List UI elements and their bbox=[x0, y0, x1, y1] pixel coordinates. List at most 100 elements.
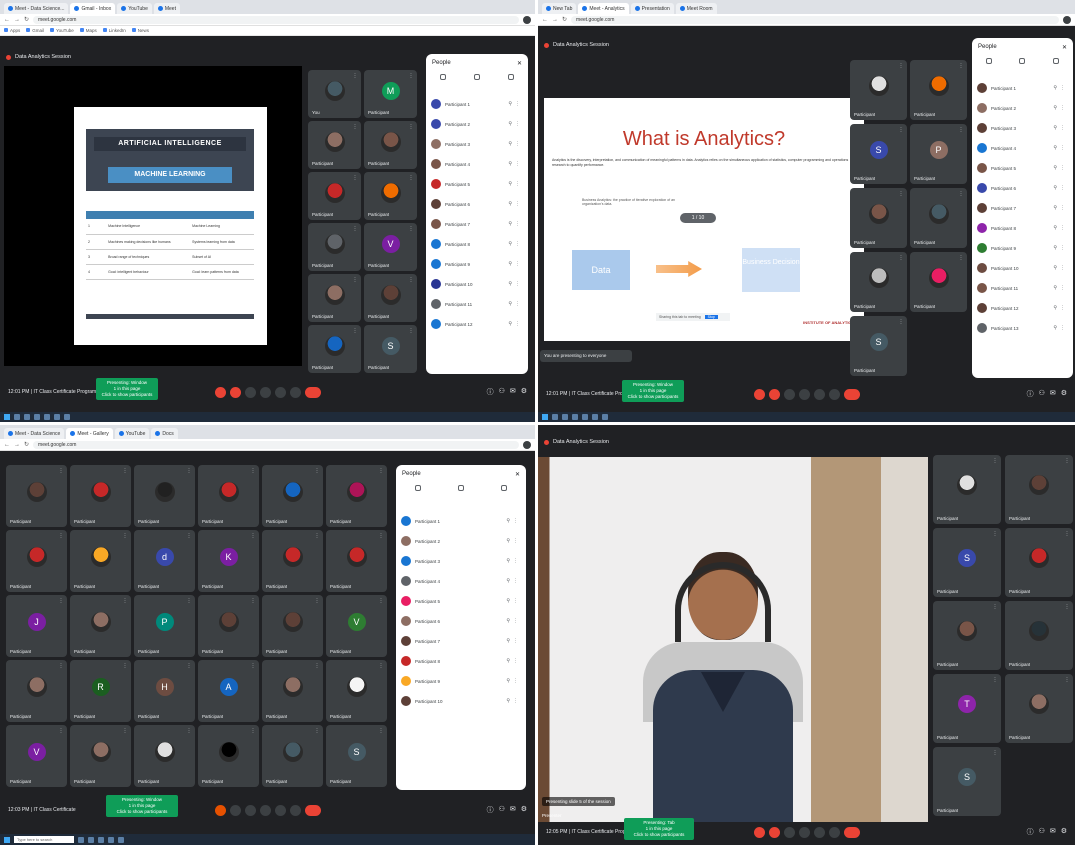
participant-row[interactable]: Participant 7 ⚲⋮ bbox=[972, 198, 1073, 218]
info-icon[interactable]: ⓘ bbox=[1027, 827, 1034, 837]
presenting-toast[interactable]: Presenting: Window 1 in this page Click to… bbox=[96, 378, 158, 400]
participant-tile[interactable]: ⋮ Participant bbox=[262, 465, 323, 527]
browser-tab[interactable]: Presentation bbox=[630, 3, 674, 14]
participant-tile[interactable]: ⋮ Participant bbox=[262, 725, 323, 787]
participant-row[interactable]: Participant 6 ⚲⋮ bbox=[426, 194, 528, 214]
reload-icon[interactable]: ↻ bbox=[24, 441, 29, 448]
browser-tab[interactable]: Meet - Data Science bbox=[4, 428, 65, 439]
participant-tile[interactable]: ⋮ Participant bbox=[308, 223, 361, 271]
participant-tile[interactable]: ⋮ Participant bbox=[364, 121, 417, 169]
participant-tile[interactable]: ⋮ Participant bbox=[6, 465, 67, 527]
participant-actions-icon[interactable]: ⚲⋮ bbox=[506, 678, 521, 684]
activities-icon[interactable]: ⚙ bbox=[521, 805, 527, 815]
participant-tile[interactable]: S ⋮ Participant bbox=[326, 725, 387, 787]
participant-tile[interactable]: ⋮ Participant bbox=[326, 530, 387, 592]
url-field[interactable]: meet.google.com bbox=[33, 15, 519, 24]
participant-actions-icon[interactable]: ⚲⋮ bbox=[508, 141, 523, 147]
browser-tab[interactable]: New Tab bbox=[542, 3, 577, 14]
browser-tab[interactable]: Meet bbox=[153, 3, 180, 14]
participant-tile[interactable]: ⋮ Participant bbox=[326, 465, 387, 527]
host-controls-button[interactable] bbox=[501, 485, 508, 505]
camera-off-button[interactable] bbox=[229, 386, 241, 398]
windows-start-icon[interactable] bbox=[542, 414, 548, 420]
participant-tile[interactable]: ⋮ Participant bbox=[6, 530, 67, 592]
participant-tile[interactable]: ⋮ Participant bbox=[910, 252, 967, 312]
participant-tile[interactable]: ⋮ Participant bbox=[850, 188, 907, 248]
participant-tile[interactable]: ⋮ Participant bbox=[198, 465, 259, 527]
participant-tile[interactable]: ⋮ Participant bbox=[1005, 455, 1073, 524]
participant-row[interactable]: Participant 4 ⚲⋮ bbox=[426, 154, 528, 174]
participant-tile[interactable]: M ⋮ Participant bbox=[364, 70, 417, 118]
participant-tile[interactable]: ⋮ Participant bbox=[326, 660, 387, 722]
participant-actions-icon[interactable]: ⚲⋮ bbox=[508, 261, 523, 267]
participant-tile[interactable]: V ⋮ Participant bbox=[326, 595, 387, 657]
browser-tab[interactable]: Meet - Gallery bbox=[66, 428, 113, 439]
captions-button[interactable] bbox=[783, 826, 795, 838]
camera-button[interactable] bbox=[229, 804, 241, 816]
participant-tile[interactable]: ⋮ Participant bbox=[364, 274, 417, 322]
participant-actions-icon[interactable]: ⚲⋮ bbox=[1053, 225, 1068, 231]
back-icon[interactable]: ← bbox=[4, 442, 10, 448]
info-icon[interactable]: ⓘ bbox=[487, 387, 494, 397]
participant-tile[interactable]: J ⋮ Participant bbox=[6, 595, 67, 657]
participant-actions-icon[interactable]: ⚲⋮ bbox=[1053, 125, 1068, 131]
camera-off-button[interactable] bbox=[768, 826, 780, 838]
bookmark-item[interactable]: Apps bbox=[4, 28, 20, 33]
browser-tab[interactable]: Meet Room bbox=[675, 3, 717, 14]
participant-tile[interactable]: ⋮ Participant bbox=[134, 465, 195, 527]
browser-tab[interactable]: Docs bbox=[151, 428, 178, 439]
more-options-button[interactable] bbox=[289, 804, 301, 816]
participant-tile[interactable]: ⋮ Participant bbox=[910, 60, 967, 120]
participant-actions-icon[interactable]: ⚲⋮ bbox=[508, 161, 523, 167]
chat-icon[interactable]: ✉ bbox=[510, 805, 516, 815]
close-icon[interactable]: ✕ bbox=[515, 471, 520, 485]
participant-actions-icon[interactable]: ⚲⋮ bbox=[1053, 205, 1068, 211]
people-icon[interactable]: ⚇ bbox=[499, 387, 505, 397]
activities-icon[interactable]: ⚙ bbox=[1061, 827, 1067, 837]
participant-tile[interactable]: V ⋮ Participant bbox=[364, 223, 417, 271]
participant-tile[interactable]: P ⋮ Participant bbox=[910, 124, 967, 184]
forward-icon[interactable]: → bbox=[14, 17, 20, 23]
participant-actions-icon[interactable]: ⚲⋮ bbox=[506, 618, 521, 624]
browser-tab[interactable]: Gmail - Inbox bbox=[70, 3, 116, 14]
participant-row[interactable]: Participant 3 ⚲⋮ bbox=[396, 551, 526, 571]
leave-call-button[interactable] bbox=[304, 804, 321, 816]
participant-tile[interactable]: ⋮ Participant bbox=[933, 601, 1001, 670]
participant-tile[interactable]: ⋮ Participant bbox=[70, 725, 131, 787]
participant-row[interactable]: Participant 6 ⚲⋮ bbox=[972, 178, 1073, 198]
people-icon[interactable]: ⚇ bbox=[499, 805, 505, 815]
mic-off-button[interactable] bbox=[753, 826, 765, 838]
activities-icon[interactable]: ⚙ bbox=[521, 387, 527, 397]
back-icon[interactable]: ← bbox=[4, 17, 10, 23]
mic-button[interactable] bbox=[214, 804, 226, 816]
info-icon[interactable]: ⓘ bbox=[487, 805, 494, 815]
bookmark-item[interactable]: YouTube bbox=[50, 28, 74, 33]
add-people-button[interactable] bbox=[985, 58, 992, 78]
leave-call-button[interactable] bbox=[304, 386, 321, 398]
participant-actions-icon[interactable]: ⚲⋮ bbox=[508, 101, 523, 107]
participant-tile[interactable]: ⋮ Participant bbox=[1005, 674, 1073, 743]
close-icon[interactable]: ✕ bbox=[1062, 44, 1067, 58]
url-field[interactable]: meet.google.com bbox=[571, 15, 1059, 24]
mic-off-button[interactable] bbox=[214, 386, 226, 398]
participant-row[interactable]: Participant 11 ⚲⋮ bbox=[972, 278, 1073, 298]
participant-actions-icon[interactable]: ⚲⋮ bbox=[508, 181, 523, 187]
participant-tile[interactable]: ⋮ Participant bbox=[850, 60, 907, 120]
taskbar-search[interactable]: Type here to search bbox=[14, 836, 74, 843]
participant-tile[interactable]: V ⋮ Participant bbox=[6, 725, 67, 787]
participant-row[interactable]: Participant 8 ⚲⋮ bbox=[972, 218, 1073, 238]
participant-actions-icon[interactable]: ⚲⋮ bbox=[1053, 325, 1068, 331]
participant-tile[interactable]: S ⋮ Participant bbox=[933, 747, 1001, 816]
participant-tile[interactable]: ⋮ Participant bbox=[6, 660, 67, 722]
participant-tile[interactable]: K ⋮ Participant bbox=[198, 530, 259, 592]
participant-row[interactable]: Participant 9 ⚲⋮ bbox=[426, 254, 528, 274]
participant-row[interactable]: Participant 2 ⚲⋮ bbox=[426, 114, 528, 134]
browser-tab[interactable]: Meet - Data Science... bbox=[4, 3, 69, 14]
participant-tile[interactable]: ⋮ Participant bbox=[262, 660, 323, 722]
participant-actions-icon[interactable]: ⚲⋮ bbox=[508, 241, 523, 247]
participant-row[interactable]: Participant 5 ⚲⋮ bbox=[426, 174, 528, 194]
participant-row[interactable]: Participant 7 ⚲⋮ bbox=[396, 631, 526, 651]
windows-start-icon[interactable] bbox=[4, 414, 10, 420]
participant-tile[interactable]: S ⋮ Participant bbox=[850, 124, 907, 184]
participant-row[interactable]: Participant 10 ⚲⋮ bbox=[426, 274, 528, 294]
